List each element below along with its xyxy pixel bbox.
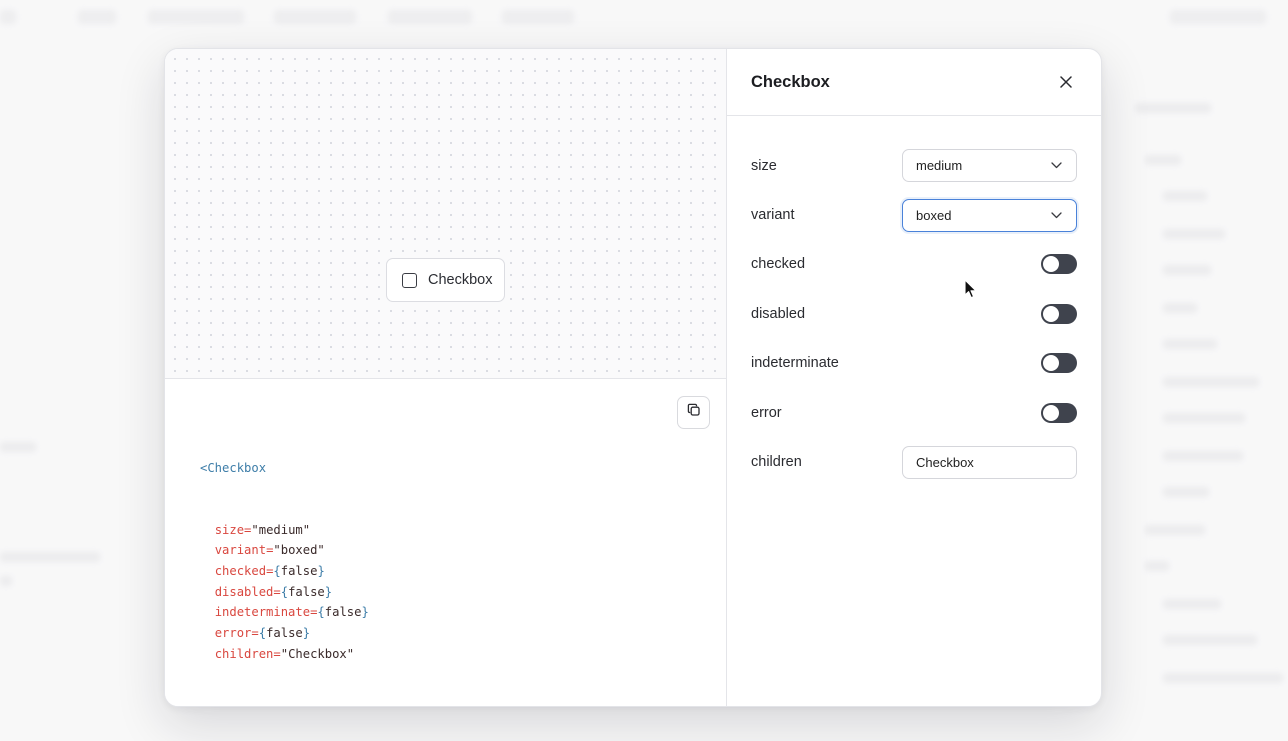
- copy-icon: [687, 403, 701, 422]
- prop-label: variant: [751, 207, 795, 224]
- preview-pane: Checkbox <Checkbox size="medium" variant…: [165, 49, 727, 706]
- prop-row-size: size medium: [727, 141, 1101, 190]
- select-value: medium: [916, 158, 963, 174]
- prop-row-indeterminate: indeterminate: [727, 339, 1101, 388]
- panel-header: Checkbox: [727, 49, 1101, 116]
- prop-row-error: error: [727, 388, 1101, 437]
- code-attr-name: children: [214, 646, 274, 661]
- code-component-name: Checkbox: [207, 460, 267, 475]
- prop-row-checked: checked: [727, 240, 1101, 289]
- prop-label: children: [751, 454, 802, 471]
- children-input[interactable]: [902, 445, 1077, 479]
- code-attr-value: "medium": [251, 522, 311, 537]
- prop-row-children: children: [727, 437, 1101, 486]
- variant-select[interactable]: boxed: [902, 198, 1077, 232]
- preview-canvas: Checkbox: [165, 49, 726, 380]
- indeterminate-toggle[interactable]: [1041, 353, 1077, 374]
- props-panel: Checkbox size medium variant boxed check…: [727, 49, 1101, 706]
- prop-label: indeterminate: [751, 355, 839, 372]
- code-attr-value: {false}: [258, 626, 311, 641]
- props-list: size medium variant boxed checked disabl…: [727, 116, 1101, 487]
- code-attr-name: indeterminate: [214, 605, 311, 620]
- code-attr-name: size: [214, 522, 245, 537]
- code-attr-name: variant: [214, 543, 267, 558]
- prop-label: size: [751, 157, 777, 174]
- code-snippet-area: <Checkbox size="medium" variant="boxed" …: [165, 379, 726, 706]
- code-attr-value: {false}: [280, 584, 333, 599]
- demo-checkbox-label: Checkbox: [428, 272, 493, 288]
- code-line-open: <Checkbox: [200, 460, 267, 475]
- checkbox-square-icon[interactable]: [402, 272, 417, 288]
- prop-row-disabled: disabled: [727, 289, 1101, 338]
- code-line: variant="boxed": [214, 543, 325, 558]
- demo-checkbox[interactable]: Checkbox: [386, 258, 505, 302]
- code-attr-name: disabled: [214, 584, 274, 599]
- toggle-knob: [1043, 404, 1059, 421]
- panel-title: Checkbox: [751, 72, 830, 91]
- select-value: boxed: [916, 207, 952, 223]
- code-block: <Checkbox size="medium" variant="boxed" …: [200, 416, 726, 706]
- checked-toggle[interactable]: [1041, 254, 1077, 275]
- error-toggle[interactable]: [1041, 402, 1077, 423]
- code-line: size="medium": [214, 522, 311, 537]
- code-line: disabled={false}: [214, 584, 333, 599]
- prop-label: checked: [751, 256, 806, 273]
- toggle-knob: [1043, 355, 1059, 372]
- code-attr-name: checked: [214, 564, 267, 579]
- prop-row-variant: variant boxed: [727, 190, 1101, 239]
- code-line: error={false}: [214, 626, 311, 641]
- disabled-toggle[interactable]: [1041, 303, 1077, 324]
- code-attr-value: {false}: [273, 564, 325, 579]
- close-icon: [1060, 76, 1072, 88]
- chevron-down-icon: [1051, 211, 1062, 218]
- code-attr-value: "Checkbox": [280, 646, 355, 661]
- code-attr-name: error: [214, 626, 252, 641]
- code-attr-value: {false}: [317, 605, 369, 620]
- chevron-down-icon: [1051, 162, 1062, 169]
- mouse-cursor-icon: [964, 279, 977, 299]
- code-line: children="Checkbox": [214, 646, 355, 661]
- close-button[interactable]: [1055, 71, 1077, 93]
- toggle-knob: [1043, 305, 1059, 322]
- copy-code-button[interactable]: [677, 396, 710, 430]
- component-playground-modal: Checkbox <Checkbox size="medium" variant…: [164, 48, 1102, 707]
- size-select[interactable]: medium: [902, 149, 1077, 183]
- code-line: checked={false}: [214, 564, 325, 579]
- prop-label: error: [751, 404, 782, 421]
- code-line: indeterminate={false}: [214, 605, 369, 620]
- code-attr-value: "boxed": [273, 543, 325, 558]
- prop-label: disabled: [751, 305, 806, 322]
- toggle-knob: [1043, 256, 1059, 273]
